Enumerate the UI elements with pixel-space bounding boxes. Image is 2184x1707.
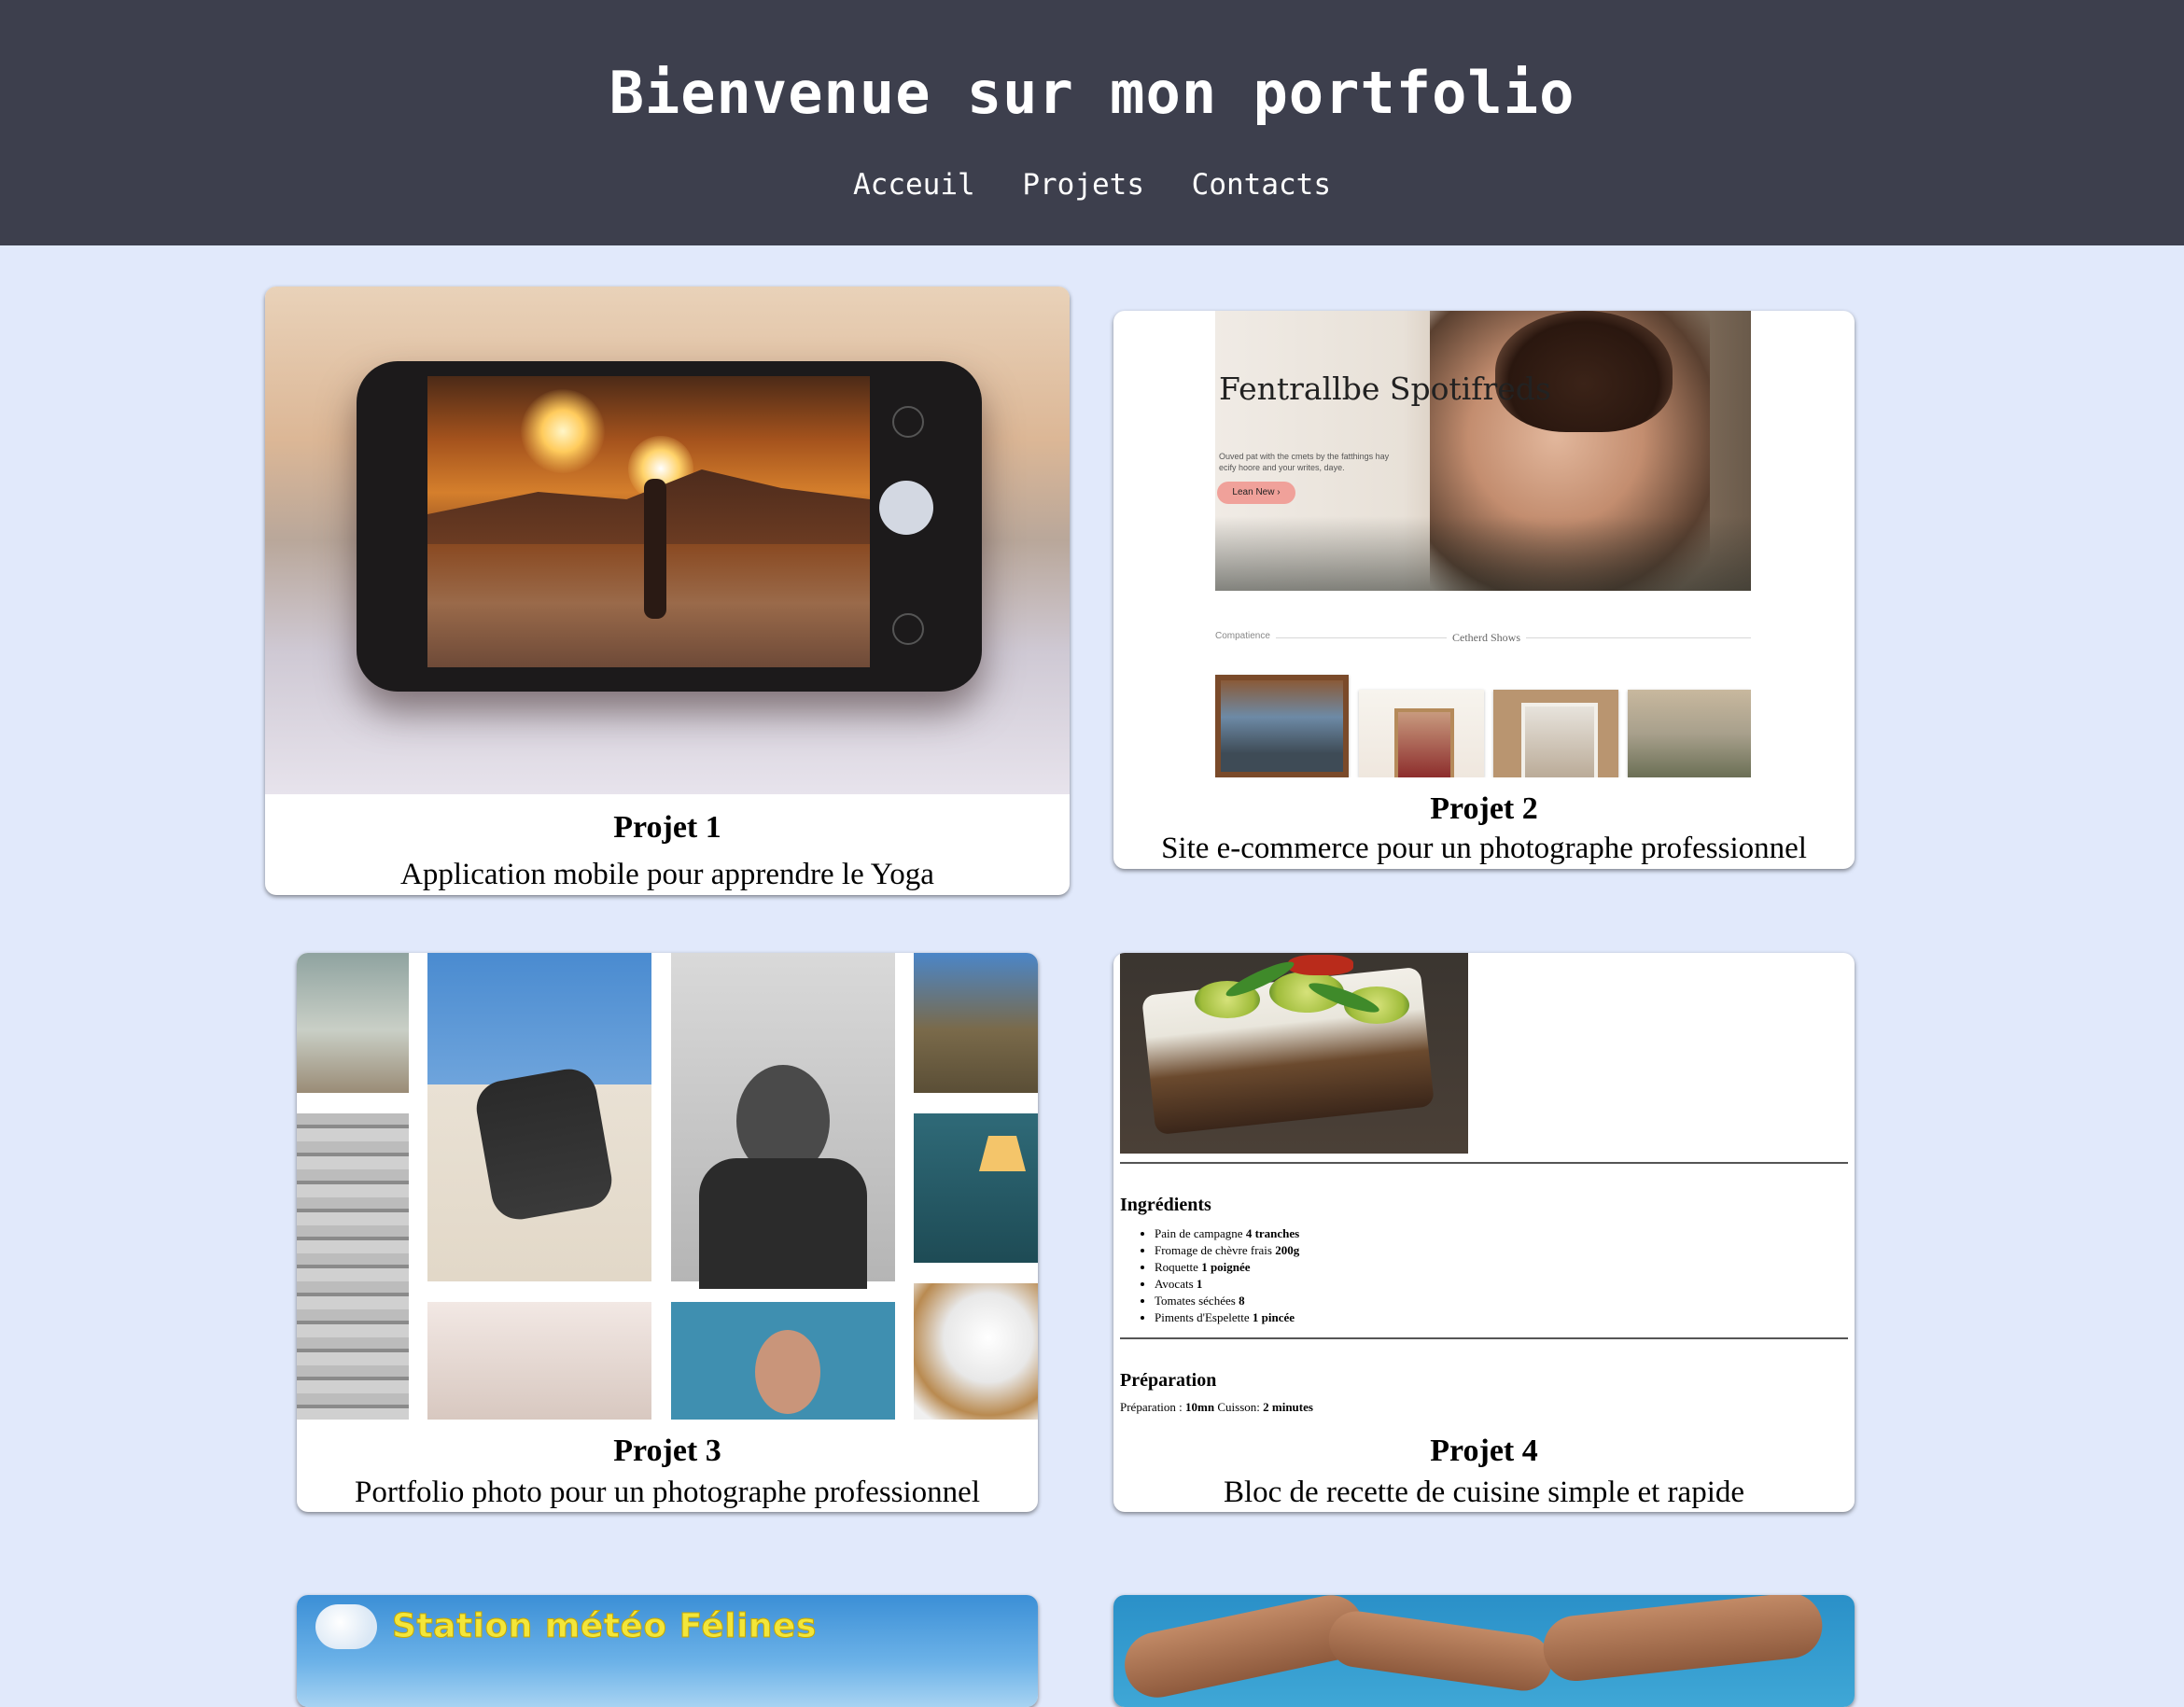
project-1-description: Application mobile pour apprendre le Yog…: [400, 858, 934, 891]
project-card-1[interactable]: Projet 1 Application mobile pour apprend…: [265, 287, 1070, 895]
project-5-image[interactable]: Station météo Félines: [297, 1595, 1038, 1707]
project-2-image[interactable]: Fentrallbe Spotifreds Ouved pat with the…: [1215, 311, 1751, 777]
ingredient-item: Pain de campagne 4 tranches: [1155, 1225, 1299, 1242]
gallery-frame-1: [1215, 675, 1349, 777]
ingredient-item: Piments d'Espelette 1 pincée: [1155, 1309, 1299, 1326]
project-6-image[interactable]: [1113, 1595, 1855, 1707]
ingredient-item: Tomates séchées 8: [1155, 1293, 1299, 1309]
project-1-title: Projet 1: [613, 810, 721, 845]
photo-tile-wall-jump: [427, 953, 651, 1281]
project-1-image[interactable]: [265, 287, 1070, 794]
project-card-3[interactable]: Projet 3 Portfolio photo pour un photogr…: [297, 953, 1038, 1512]
gallery-frame-3: [1493, 690, 1618, 777]
project-3-title: Projet 3: [613, 1434, 721, 1468]
hero-brand-text: Fentrallbe Spotifreds: [1219, 371, 1551, 407]
project-3-image[interactable]: [297, 953, 1038, 1420]
project-2-title: Projet 2: [1430, 791, 1538, 826]
photo-tile-terraces: [427, 1302, 651, 1420]
preparation-heading: Préparation: [1120, 1370, 1217, 1391]
weather-cloud-icon: [315, 1604, 377, 1649]
nav-link-acceuil[interactable]: Acceuil: [853, 168, 975, 202]
ingredients-heading: Ingrédients: [1120, 1195, 1211, 1215]
hero-cta-button: Lean New ›: [1217, 482, 1295, 504]
page-title: Bienvenue sur mon portfolio: [609, 59, 1575, 127]
ingredient-item: Avocats 1: [1155, 1276, 1299, 1293]
photo-tile-woman: [671, 1302, 895, 1420]
pause-icon: [892, 406, 924, 438]
project-2-description: Site e-commerce pour un photographe prof…: [1161, 832, 1807, 865]
weather-banner-title: Station météo Félines: [392, 1607, 817, 1646]
project-card-4[interactable]: Ingrédients Pain de campagne 4 tranches …: [1113, 953, 1855, 1512]
site-header: Bienvenue sur mon portfolio Acceuil Proj…: [0, 0, 2184, 245]
nav-link-contacts[interactable]: Contacts: [1192, 168, 1331, 202]
phone-illustration: [357, 361, 982, 692]
recipe-photo: [1120, 953, 1468, 1154]
project-4-description: Bloc de recette de cuisine simple et rap…: [1223, 1476, 1745, 1509]
section-label-left: Compatience: [1215, 631, 1276, 641]
divider: [1120, 1162, 1848, 1164]
nav-link-projets[interactable]: Projets: [1022, 168, 1144, 202]
ingredient-item: Fromage de chèvre frais 200g: [1155, 1242, 1299, 1259]
section-label-center: Cetherd Shows: [1447, 631, 1526, 645]
project-card-5[interactable]: Station météo Félines: [297, 1595, 1038, 1707]
project-4-title: Projet 4: [1430, 1434, 1538, 1468]
photo-tile-lamp: [914, 1113, 1038, 1263]
photo-tile-cup: [914, 1283, 1038, 1420]
music-icon: [892, 613, 924, 645]
hero-banner: Fentrallbe Spotifreds Ouved pat with the…: [1215, 311, 1751, 591]
ingredient-item: Roquette 1 poignée: [1155, 1259, 1299, 1276]
photo-tile-cliff: [914, 953, 1038, 1093]
photo-tile-bleachers: [297, 1113, 409, 1420]
prep-times: Préparation : 10mn Cuisson: 2 minutes: [1120, 1400, 1313, 1414]
gallery-frame-4: [1628, 690, 1751, 777]
main-nav: Acceuil Projets Contacts: [0, 166, 2184, 203]
project-3-description: Portfolio photo pour un photographe prof…: [355, 1476, 980, 1509]
project-card-2[interactable]: Fentrallbe Spotifreds Ouved pat with the…: [1113, 311, 1855, 869]
project-card-6[interactable]: [1113, 1595, 1855, 1707]
gallery-frame-2: [1359, 690, 1484, 777]
photo-tile-sea: [297, 953, 409, 1093]
shutter-icon: [879, 481, 933, 535]
divider: [1120, 1337, 1848, 1339]
hero-tagline: Ouved pat with the cmets by the fatthing…: [1219, 452, 1390, 472]
photo-tile-portrait-bw: [671, 953, 895, 1289]
ingredients-list: Pain de campagne 4 tranches Fromage de c…: [1120, 1225, 1299, 1326]
